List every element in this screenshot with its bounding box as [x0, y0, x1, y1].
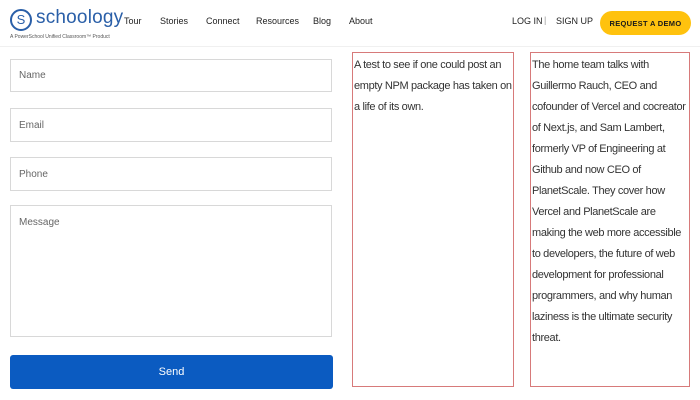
- logo-wordmark: schoology: [36, 7, 124, 28]
- send-button[interactable]: Send: [10, 355, 333, 389]
- nav-stories[interactable]: Stories: [160, 16, 188, 26]
- name-field[interactable]: [10, 59, 332, 92]
- logo-tagline: A PowerSchool Unified Classroom™ Product: [10, 34, 110, 40]
- nav-about[interactable]: About: [349, 16, 373, 26]
- site-header: S schoology A PowerSchool Unified Classr…: [0, 0, 700, 47]
- text-box-npm: A test to see if one could post an empty…: [352, 52, 514, 387]
- nav-resources[interactable]: Resources: [256, 16, 299, 26]
- signup-link[interactable]: SIGN UP: [556, 16, 593, 26]
- nav-connect[interactable]: Connect: [206, 16, 240, 26]
- nav-separator: |: [544, 15, 547, 25]
- text-box-podcast: The home team talks with Guillermo Rauch…: [530, 52, 690, 387]
- request-demo-button[interactable]: REQUEST A DEMO: [600, 11, 691, 35]
- schoology-s-icon: S: [10, 9, 32, 31]
- message-field[interactable]: [10, 205, 332, 337]
- email-field[interactable]: [10, 108, 332, 142]
- nav-blog[interactable]: Blog: [313, 16, 331, 26]
- phone-field[interactable]: [10, 157, 332, 191]
- nav-tour[interactable]: Tour: [124, 16, 142, 26]
- schoology-logo[interactable]: S schoology A PowerSchool Unified Classr…: [8, 7, 123, 41]
- login-link[interactable]: LOG IN: [512, 16, 543, 26]
